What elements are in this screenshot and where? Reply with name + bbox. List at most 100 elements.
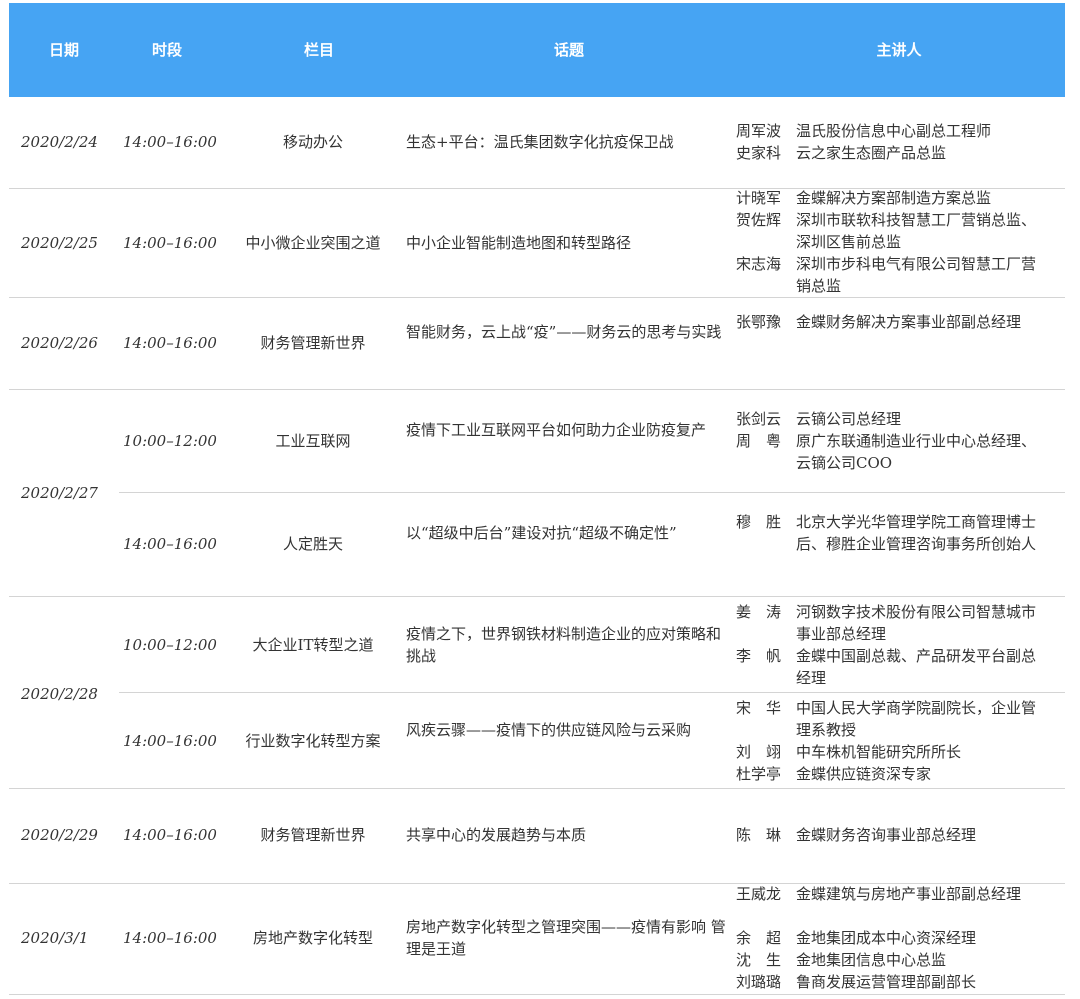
topic-cell: 共享中心的发展趋势与本质 (406, 826, 587, 844)
row-divider (119, 692, 1065, 693)
column-cell: 行业数字化转型方案 (245, 732, 381, 750)
date-cell: 2020/2/24 (21, 133, 98, 151)
speaker-title: 金地集团成本中心资深经理 (796, 929, 977, 947)
speaker-title: 河钢数字技术股份有限公司智慧城市事业部总经理 (796, 603, 1037, 643)
speaker-title: 金蝶财务解决方案事业部副总经理 (796, 313, 1022, 331)
speaker-entry: 沈 生金地集团信息中心总监 (736, 949, 1048, 971)
time-cell: 10:00–12:00 (123, 636, 217, 654)
speaker-entry: 王威龙 金蝶建筑与房地产事业部副总经理 (736, 883, 1048, 905)
time-cell: 14:00–16:00 (123, 133, 217, 151)
column-cell: 房地产数字化转型 (252, 929, 373, 947)
speaker-entry: 姜 涛河钢数字技术股份有限公司智慧城市事业部总经理 (736, 601, 1048, 645)
date-cell: 2020/2/28 (21, 685, 98, 703)
speaker-title: 云之家生态圈产品总监 (796, 144, 947, 162)
speaker-entry: 李 帆金蝶中国副总裁、产品研发平台副总经理 (736, 645, 1048, 689)
speaker-entry: 张鄂豫 金蝶财务解决方案事业部副总经理 (736, 311, 1048, 333)
speaker-name: 宋 华 (736, 699, 782, 717)
speaker-name: 姜 涛 (736, 603, 782, 621)
date-cell: 2020/2/26 (21, 334, 98, 352)
time-cell: 14:00–16:00 (123, 826, 217, 844)
speaker-title: 深圳市步科电气有限公司智慧工厂营销总监 (796, 255, 1037, 295)
column-cell: 中小微企业突围之道 (245, 234, 381, 252)
speaker-name: 周军波 (736, 122, 782, 140)
speaker-entry: 贺佐辉 深圳市联软科技智慧工厂营销总监、深圳区售前总监 (736, 209, 1048, 253)
time-cell: 14:00–16:00 (123, 535, 217, 553)
time-cell: 10:00–12:00 (123, 432, 217, 450)
speaker-title: 金蝶建筑与房地产事业部副总经理 (796, 885, 1022, 903)
row-divider (9, 596, 1065, 597)
time-cell: 14:00–16:00 (123, 929, 217, 947)
topic-cell: 以“超级中后台”建设对抗“超级不确定性” (406, 524, 677, 542)
speaker-name: 余 超 (736, 929, 782, 947)
header-topic: 话题 (553, 41, 584, 59)
speaker-name: 杜学亭 (736, 765, 782, 783)
row-divider (9, 994, 1065, 995)
date-cell: 2020/2/27 (21, 484, 98, 502)
column-cell: 财务管理新世界 (260, 826, 366, 844)
topic-cell: 风疾云骤——疫情下的供应链风险与云采购 (406, 721, 692, 739)
speaker-name: 刘璐璐 (736, 973, 782, 991)
speaker-title: 金蝶财务咨询事业部总经理 (796, 826, 977, 844)
speaker-entry: 刘 翊中车株机智能研究所所长 (736, 741, 1048, 763)
speaker-name: 史家科 (736, 144, 782, 162)
table-header: 日期 时段 栏目 话题 主讲人 (9, 3, 1065, 97)
column-cell: 大企业IT转型之道 (252, 636, 374, 654)
speaker-title: 金蝶解决方案部制造方案总监 (796, 189, 992, 207)
speaker-title: 中车株机智能研究所所长 (796, 743, 962, 761)
speaker-title: 鲁商发展运营管理部副部长 (796, 973, 977, 991)
speaker-title: 云镝公司总经理 (796, 410, 902, 428)
topic-cell: 中小企业智能制造地图和转型路径 (406, 234, 632, 252)
time-cell: 14:00–16:00 (123, 234, 217, 252)
speaker-name: 刘 翊 (736, 743, 782, 761)
speaker-name: 张剑云 (736, 410, 782, 428)
topic-cell: 生态+平台：温氏集团数字化抗疫保卫战 (406, 133, 674, 151)
speaker-entry: 宋 华中国人民大学商学院副院长，企业管理系教授 (736, 697, 1048, 741)
speaker-title: 原广东联通制造业行业中心总经理、云镝公司COO (796, 432, 1037, 472)
speaker-entry: 宋志海 深圳市步科电气有限公司智慧工厂营销总监 (736, 253, 1048, 297)
speaker-entry: 史家科 云之家生态圈产品总监 (736, 142, 1048, 164)
row-divider (9, 389, 1065, 390)
speaker-entry: 穆 胜北京大学光华管理学院工商管理博士后、穆胜企业管理咨询事务所创始人 (736, 511, 1048, 555)
speaker-title: 金蝶中国副总裁、产品研发平台副总经理 (796, 647, 1037, 687)
speaker-entry: 刘璐璐 鲁商发展运营管理部副部长 (736, 971, 1048, 993)
speaker-entry: 余 超金地集团成本中心资深经理 (736, 927, 1048, 949)
speaker-name: 陈 琳 (736, 826, 782, 844)
speaker-title: 北京大学光华管理学院工商管理博士后、穆胜企业管理咨询事务所创始人 (796, 513, 1037, 553)
header-time: 时段 (151, 41, 182, 59)
column-cell: 工业互联网 (275, 432, 351, 450)
header-date: 日期 (48, 41, 79, 59)
time-cell: 14:00–16:00 (123, 334, 217, 352)
speaker-name: 王威龙 (736, 885, 782, 903)
speaker-name: 沈 生 (736, 951, 782, 969)
speaker-entry: 计晓军 金蝶解决方案部制造方案总监 (736, 187, 1048, 209)
speaker-entry: 陈 琳金蝶财务咨询事业部总经理 (736, 824, 1048, 846)
speaker-name: 宋志海 (736, 255, 782, 273)
speaker-name: 计晓军 (736, 189, 782, 207)
header-column: 栏目 (303, 41, 334, 59)
speaker-entry: 张剑云 云镝公司总经理 (736, 408, 1048, 430)
speaker-entry: 周军波 温氏股份信息中心副总工程师 (736, 120, 1048, 142)
topic-cell: 智能财务，云上战“疫”——财务云的思考与实践 (406, 323, 722, 341)
speaker-title: 金蝶供应链资深专家 (796, 765, 932, 783)
time-cell: 14:00–16:00 (123, 732, 217, 750)
column-cell: 人定胜天 (282, 535, 343, 553)
speaker-title: 金地集团信息中心总监 (796, 951, 947, 969)
column-cell: 移动办公 (282, 133, 343, 151)
date-cell: 2020/2/25 (21, 234, 98, 252)
row-divider (9, 788, 1065, 789)
speaker-title: 深圳市联软科技智慧工厂营销总监、深圳区售前总监 (796, 211, 1037, 251)
date-cell: 2020/2/29 (21, 826, 98, 844)
topic-cell: 房地产数字化转型之管理突围——疫情有影响 管理是王道 (406, 918, 726, 958)
column-cell: 财务管理新世界 (260, 334, 366, 352)
speaker-title: 中国人民大学商学院副院长，企业管理系教授 (796, 699, 1037, 739)
speaker-title: 温氏股份信息中心副总工程师 (796, 122, 992, 140)
speaker-name: 穆 胜 (736, 513, 782, 531)
row-divider (9, 297, 1065, 298)
row-divider (119, 492, 1065, 493)
topic-cell: 疫情之下，世界钢铁材料制造企业的应对策略和挑战 (406, 625, 722, 665)
speaker-name: 李 帆 (736, 647, 782, 665)
speaker-name: 贺佐辉 (736, 211, 782, 229)
speaker-name: 张鄂豫 (736, 313, 782, 331)
speaker-entry: 杜学亭 金蝶供应链资深专家 (736, 763, 1048, 785)
speaker-name: 周 粤 (736, 432, 782, 450)
